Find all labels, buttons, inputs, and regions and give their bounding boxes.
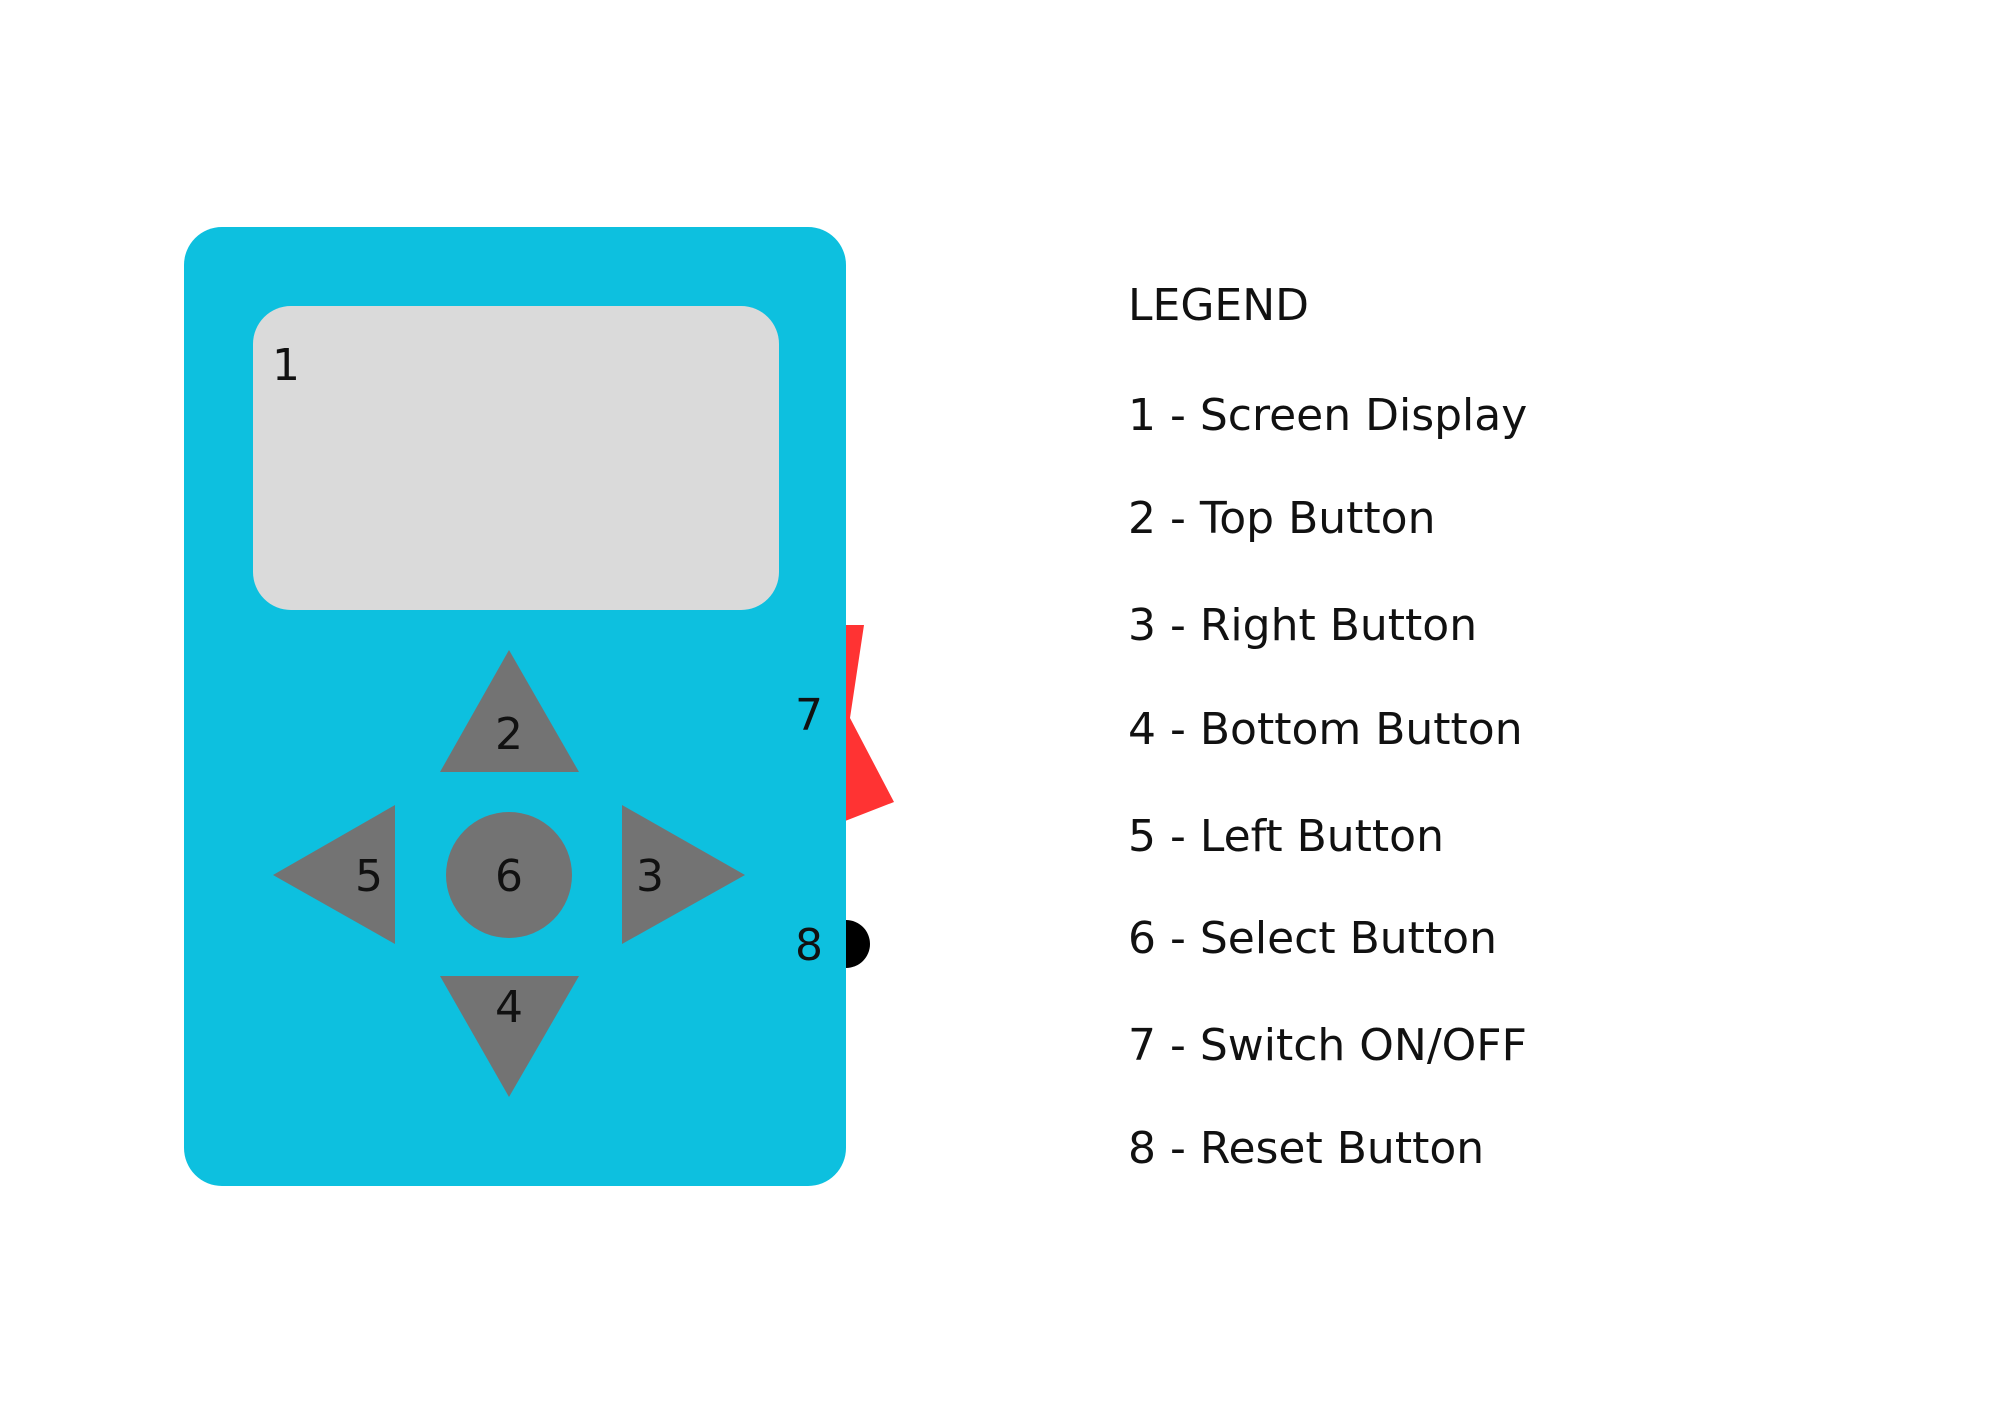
screen-display [253, 306, 779, 610]
label-top: 2 [495, 709, 523, 760]
label-switch: 7 [795, 690, 823, 741]
label-left: 5 [355, 851, 383, 902]
legend-item: 2 - Top Button [1128, 493, 1436, 544]
legend-title: LEGEND [1128, 280, 1310, 331]
label-right: 3 [636, 851, 664, 902]
legend-item: 6 - Select Button [1128, 913, 1497, 964]
power-switch [840, 625, 894, 823]
legend-item: 8 - Reset Button [1128, 1123, 1485, 1174]
label-select: 6 [495, 851, 523, 902]
legend-item: 4 - Bottom Button [1128, 704, 1523, 755]
device-diagram: 1 2 6 5 3 4 7 8 [184, 227, 894, 1186]
label-reset: 8 [795, 920, 823, 971]
legend-item: 3 - Right Button [1128, 600, 1478, 651]
legend-item: 7 - Switch ON/OFF [1128, 1020, 1527, 1071]
label-bottom: 4 [495, 982, 523, 1033]
legend-item: 1 - Screen Display [1128, 390, 1528, 441]
label-screen: 1 [272, 340, 300, 391]
legend-item: 5 - Left Button [1128, 811, 1444, 862]
